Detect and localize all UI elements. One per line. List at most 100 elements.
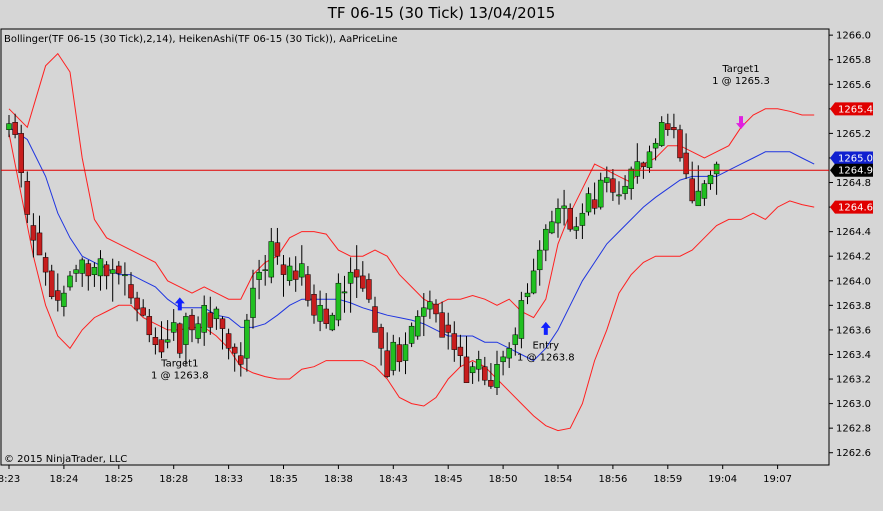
candle-up	[506, 348, 512, 359]
x-tick-label: 8:23	[0, 474, 20, 485]
candle-up	[475, 359, 482, 370]
candle-down	[433, 303, 439, 315]
candle-up	[597, 179, 604, 208]
annotation-label: Target1	[721, 64, 759, 75]
candle-down	[384, 350, 390, 377]
candle-up	[91, 267, 98, 275]
candle-up	[183, 316, 189, 345]
candle-down	[280, 264, 287, 275]
candle-up	[61, 292, 67, 307]
candle-down	[146, 316, 153, 336]
candle-down	[36, 232, 43, 256]
candle-up	[250, 287, 256, 318]
x-tick-label: 18:38	[324, 474, 353, 485]
candle-down	[12, 122, 18, 135]
candle-up	[299, 263, 305, 278]
candle-up	[536, 249, 543, 271]
x-tick-label: 18:50	[489, 474, 518, 485]
candle-up	[201, 305, 207, 333]
y-axis: 1262.6 1262.8 1263.0 1263.2 1263.4 1263.6 1263…	[829, 31, 871, 459]
candle-up	[561, 205, 567, 209]
price-chart[interactable]: Target11 @ 1263.8Entry1 @ 1263.8Target11…	[0, 0, 883, 511]
y-tick-label: 1263.4	[836, 350, 871, 361]
y-tick-label: 1262.8	[836, 424, 871, 435]
candle-down	[671, 127, 677, 131]
candle-down	[439, 312, 445, 338]
candle-up	[421, 307, 427, 317]
candle-down	[152, 337, 159, 345]
candle-down	[292, 270, 299, 280]
candle-down	[189, 314, 195, 331]
y-tick-label: 1263.6	[836, 325, 871, 336]
candle-down	[457, 346, 464, 356]
candle-up	[695, 190, 702, 207]
candle-up	[652, 142, 659, 149]
x-tick-label: 18:43	[379, 474, 408, 485]
x-tick-label: 18:45	[434, 474, 463, 485]
copyright-label: © 2015 NinjaTrader, LLC	[4, 454, 127, 465]
candle-up	[268, 241, 275, 278]
y-tick-label: 1264.4	[836, 227, 871, 238]
candle-down	[85, 263, 92, 277]
y-tick-label: 1265.6	[836, 80, 871, 91]
annotation-label: Entry	[532, 340, 559, 351]
y-tick-label: 1265.8	[836, 55, 871, 66]
candle-down	[683, 152, 689, 175]
candle-down	[231, 346, 238, 354]
candle-up	[524, 292, 531, 298]
candle-down	[323, 308, 329, 324]
candle-down	[48, 270, 55, 297]
candle-up	[335, 282, 342, 321]
candle-up	[500, 356, 506, 363]
candle-up	[195, 323, 201, 339]
candle-down	[177, 323, 183, 354]
candle-down	[372, 306, 378, 333]
candle-down	[219, 318, 226, 329]
candle-up	[122, 274, 128, 277]
x-tick-label: 18:28	[159, 474, 188, 485]
candle-up	[390, 341, 397, 371]
x-tick-label: 18:54	[544, 474, 573, 485]
candle-up	[469, 366, 476, 374]
candle-down	[103, 264, 110, 277]
candle-down	[396, 344, 403, 363]
candle-up	[67, 275, 73, 288]
candle-down	[360, 275, 366, 289]
x-tick-label: 18:56	[598, 474, 627, 485]
candle-up	[329, 314, 336, 331]
candle-up	[164, 339, 171, 343]
candle-up	[244, 319, 250, 359]
candle-down	[274, 242, 281, 257]
price-badge-label: 1265.4	[838, 104, 873, 115]
candle-up	[79, 259, 85, 274]
price-badge-label: 1265.0	[838, 153, 873, 164]
candle-down	[24, 181, 31, 215]
candle-down	[366, 279, 372, 300]
candle-down	[463, 356, 470, 383]
x-tick-label: 18:25	[104, 474, 133, 485]
candle-down	[451, 333, 458, 350]
candle-up	[512, 334, 519, 345]
candle-down	[665, 123, 671, 130]
candle-down	[128, 284, 134, 299]
x-tick-label: 18:24	[49, 474, 78, 485]
y-tick-label: 1263.2	[836, 375, 871, 386]
candle-up	[494, 364, 500, 388]
candle-up	[604, 177, 610, 183]
price-badge-label: 1264.6	[838, 203, 873, 214]
candle-down	[353, 269, 360, 278]
candle-down	[42, 257, 49, 273]
indicator-label: Bollinger(TF 06-15 (30 Tick),2,14), Heik…	[4, 34, 397, 45]
candle-up	[408, 325, 415, 344]
annotation-label: Target1	[160, 359, 198, 370]
candle-down	[238, 355, 244, 365]
annotation-detail: 1 @ 1263.8	[151, 371, 209, 382]
candle-up	[713, 163, 720, 175]
candle-down	[610, 178, 616, 193]
y-tick-label: 1266.0	[836, 31, 871, 42]
y-tick-label: 1262.6	[836, 448, 871, 459]
candle-down	[640, 162, 647, 167]
candle-up	[256, 271, 262, 280]
candle-down	[689, 178, 695, 202]
candle-up	[549, 221, 555, 234]
